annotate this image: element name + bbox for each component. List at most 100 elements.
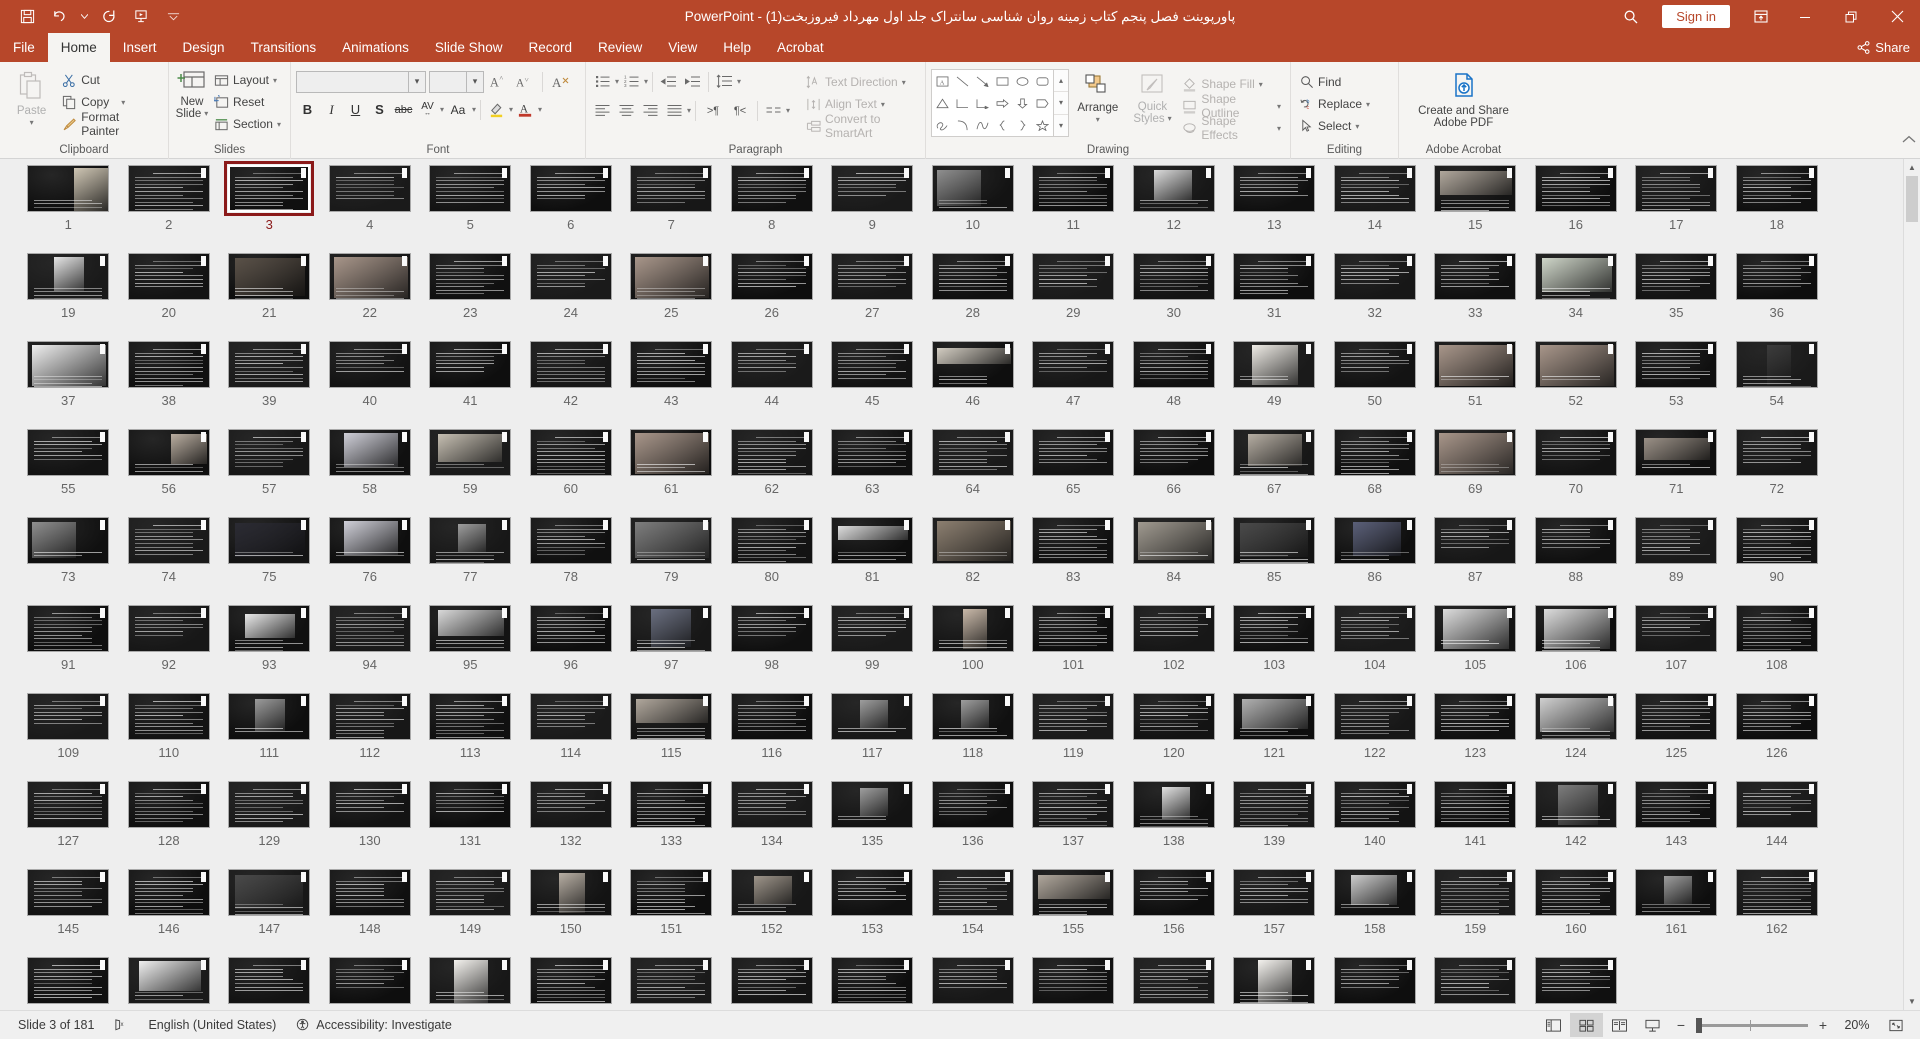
tab-review[interactable]: Review <box>585 33 655 62</box>
slide-thumbnail-100[interactable]: 100 <box>923 605 1024 693</box>
slide-thumbnail-image[interactable] <box>1434 693 1517 740</box>
slide-thumbnail-74[interactable]: 74 <box>119 517 220 605</box>
slide-thumbnail-image[interactable] <box>1233 429 1316 476</box>
slide-thumbnail-image[interactable] <box>1233 869 1316 916</box>
slide-thumbnail-46[interactable]: 46 <box>923 341 1024 429</box>
slide-thumbnail-85[interactable]: 85 <box>1224 517 1325 605</box>
clear-formatting-button[interactable]: A <box>549 70 572 93</box>
zoom-in-button[interactable]: + <box>1815 1017 1831 1033</box>
text-shadow-button[interactable]: S <box>368 98 391 121</box>
slide-thumbnail-75[interactable]: 75 <box>219 517 320 605</box>
slide-thumbnail-94[interactable]: 94 <box>320 605 421 693</box>
slide-thumbnail-131[interactable]: 131 <box>420 781 521 869</box>
columns-button[interactable] <box>762 99 785 122</box>
slide-thumbnail-105[interactable]: 105 <box>1425 605 1526 693</box>
slide-thumbnail-79[interactable]: 79 <box>621 517 722 605</box>
replace-dropdown-icon[interactable]: ▾ <box>1366 100 1370 109</box>
slide-thumbnail-image[interactable] <box>1032 693 1115 740</box>
tab-file[interactable]: File <box>0 33 48 62</box>
slide-thumbnail-image[interactable] <box>429 429 512 476</box>
slide-thumbnail-image[interactable] <box>1032 429 1115 476</box>
slide-thumbnail-6[interactable]: 6 <box>521 165 622 253</box>
slide-thumbnail-21[interactable]: 21 <box>219 253 320 341</box>
slide-thumbnail-image[interactable] <box>1635 165 1718 212</box>
slide-thumbnail-image[interactable] <box>1032 605 1115 652</box>
slide-thumbnail-152[interactable]: 152 <box>722 869 823 957</box>
slide-thumbnail-image[interactable] <box>228 957 311 1004</box>
shapes-gallery-more-icon[interactable]: ▾ <box>1054 115 1068 136</box>
slide-thumbnail-image[interactable] <box>429 605 512 652</box>
slide-thumbnail-image[interactable] <box>429 341 512 388</box>
shapes-gallery-scrollbar[interactable]: ▴ ▾ ▾ <box>1054 69 1069 137</box>
slide-thumbnail-image[interactable] <box>1233 165 1316 212</box>
slide-thumbnail-36[interactable]: 36 <box>1727 253 1828 341</box>
quick-styles-button[interactable]: Quick Styles ▾ <box>1127 69 1179 125</box>
slide-thumbnail-image[interactable] <box>931 869 1014 916</box>
zoom-out-button[interactable]: − <box>1673 1017 1689 1033</box>
customize-qat-icon[interactable] <box>158 4 188 30</box>
slide-thumbnail-image[interactable] <box>630 693 713 740</box>
numbering-button[interactable]: 1 2 3 <box>620 70 643 93</box>
slide-thumbnail-61[interactable]: 61 <box>621 429 722 517</box>
slide-thumbnail-60[interactable]: 60 <box>521 429 622 517</box>
slide-thumbnail-54[interactable]: 54 <box>1727 341 1828 429</box>
slide-thumbnail-14[interactable]: 14 <box>1325 165 1426 253</box>
slide-thumbnail-45[interactable]: 45 <box>822 341 923 429</box>
slide-thumbnail-97[interactable]: 97 <box>621 605 722 693</box>
slide-thumbnail-image[interactable] <box>127 957 210 1004</box>
slide-thumbnail-image[interactable] <box>228 605 311 652</box>
slide-thumbnail-image[interactable] <box>1233 693 1316 740</box>
slide-thumbnail-image[interactable] <box>630 429 713 476</box>
copy-dropdown-icon[interactable]: ▾ <box>121 98 125 107</box>
slide-thumbnail-image[interactable] <box>831 165 914 212</box>
numbering-dropdown-icon[interactable]: ▾ <box>644 77 648 86</box>
slide-thumbnail-168[interactable]: 168 <box>521 957 622 1010</box>
slide-thumbnail-132[interactable]: 132 <box>521 781 622 869</box>
slide-thumbnail-image[interactable] <box>224 161 315 216</box>
change-case-dropdown-icon[interactable]: ▾ <box>472 105 476 114</box>
slide-thumbnail-110[interactable]: 110 <box>119 693 220 781</box>
character-spacing-dropdown-icon[interactable]: ▾ <box>440 105 444 114</box>
slide-thumbnail-62[interactable]: 62 <box>722 429 823 517</box>
slide-thumbnail-83[interactable]: 83 <box>1023 517 1124 605</box>
slide-thumbnail-image[interactable] <box>1434 781 1517 828</box>
start-presentation-icon[interactable] <box>126 4 156 30</box>
arrange-dropdown-icon[interactable]: ▾ <box>1096 114 1100 126</box>
slide-thumbnail-150[interactable]: 150 <box>521 869 622 957</box>
slide-thumbnail-image[interactable] <box>730 605 813 652</box>
slide-thumbnail-image[interactable] <box>1635 517 1718 564</box>
slide-thumbnail-122[interactable]: 122 <box>1325 693 1426 781</box>
slide-thumbnail-image[interactable] <box>831 517 914 564</box>
line-spacing-button[interactable] <box>713 70 736 93</box>
slide-thumbnail-58[interactable]: 58 <box>320 429 421 517</box>
slide-thumbnail-image[interactable] <box>328 341 411 388</box>
slide-thumbnail-image[interactable] <box>1635 693 1718 740</box>
slide-thumbnail-image[interactable] <box>1534 869 1617 916</box>
slide-thumbnail-47[interactable]: 47 <box>1023 341 1124 429</box>
slide-thumbnail-image[interactable] <box>931 957 1014 1004</box>
slide-thumbnail-image[interactable] <box>730 781 813 828</box>
slide-thumbnail-50[interactable]: 50 <box>1325 341 1426 429</box>
slide-thumbnail-image[interactable] <box>529 957 612 1004</box>
slide-thumbnail-135[interactable]: 135 <box>822 781 923 869</box>
redo-icon[interactable] <box>94 4 124 30</box>
restore-button[interactable] <box>1828 0 1874 33</box>
slide-thumbnail-39[interactable]: 39 <box>219 341 320 429</box>
slide-thumbnail-image[interactable] <box>1434 253 1517 300</box>
slide-thumbnail-4[interactable]: 4 <box>320 165 421 253</box>
slide-thumbnail-138[interactable]: 138 <box>1124 781 1225 869</box>
slide-thumbnail-image[interactable] <box>1132 781 1215 828</box>
slide-thumbnail-image[interactable] <box>1032 517 1115 564</box>
slide-thumbnail-image[interactable] <box>27 693 110 740</box>
tab-transitions[interactable]: Transitions <box>238 33 330 62</box>
slide-thumbnail-image[interactable] <box>127 517 210 564</box>
slide-thumbnail-9[interactable]: 9 <box>822 165 923 253</box>
slide-thumbnail-image[interactable] <box>1132 869 1215 916</box>
slide-thumbnail-124[interactable]: 124 <box>1526 693 1627 781</box>
slide-thumbnail-image[interactable] <box>228 781 311 828</box>
slide-thumbnail-113[interactable]: 113 <box>420 693 521 781</box>
rtl-text-direction-button[interactable]: ¶< <box>727 99 753 122</box>
slide-thumbnail-image[interactable] <box>27 869 110 916</box>
slide-thumbnail-104[interactable]: 104 <box>1325 605 1426 693</box>
slide-thumbnail-118[interactable]: 118 <box>923 693 1024 781</box>
